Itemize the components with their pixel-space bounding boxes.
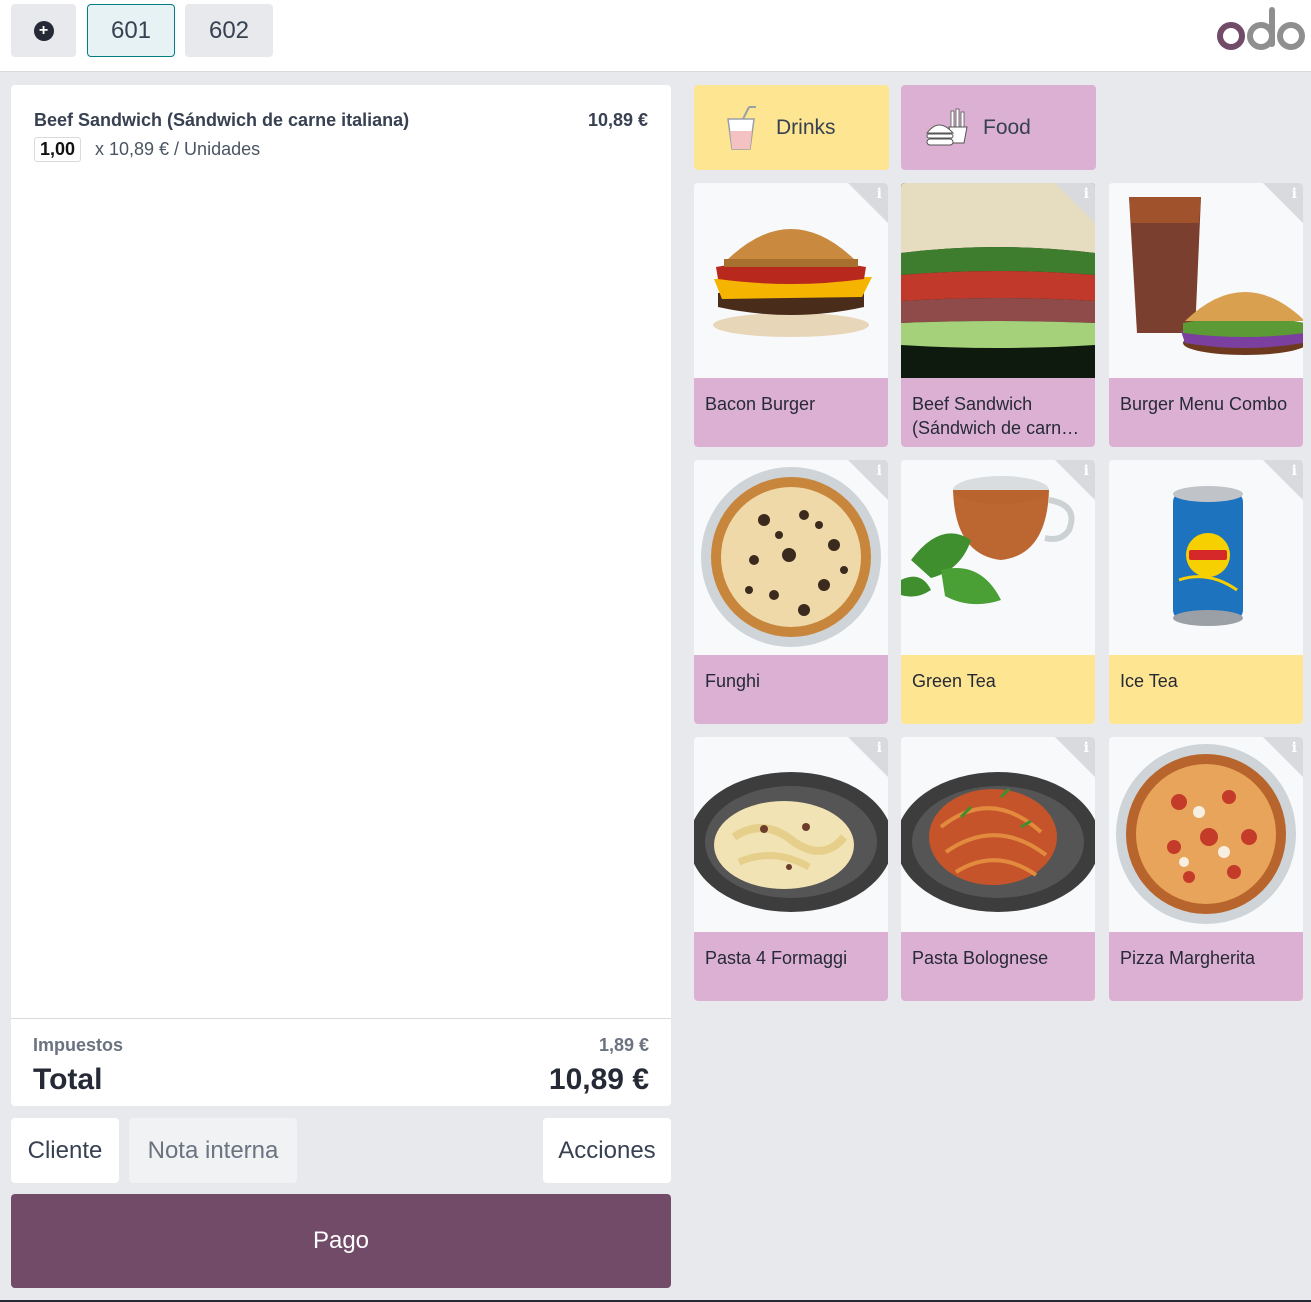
total-label: Total — [33, 1063, 103, 1096]
info-icon: i — [1291, 186, 1297, 202]
order-tab-601[interactable]: 601 — [87, 4, 175, 57]
product-name: Funghi — [694, 655, 888, 724]
product-name: Burger Menu Combo — [1109, 378, 1303, 447]
info-icon: i — [876, 186, 882, 202]
new-order-button[interactable]: + — [11, 4, 76, 57]
product-card-funghi[interactable]: i Funghi — [694, 460, 888, 724]
product-card-pasta-4-formaggi[interactable]: i Pasta 4 Formaggi — [694, 737, 888, 1001]
product-card-bacon-burger[interactable]: i Bacon Burger — [694, 183, 888, 447]
product-card-burger-menu-combo[interactable]: i Burger Menu Combo — [1109, 183, 1303, 447]
order-tab-602[interactable]: 602 — [185, 4, 273, 57]
info-icon: i — [876, 463, 882, 479]
odoo-logo — [1217, 7, 1305, 50]
order-line-unit-info: x 10,89 € / Unidades — [95, 139, 261, 159]
order-panel: Beef Sandwich (Sándwich de carne italian… — [11, 85, 671, 1106]
product-name: Pasta Bolognese — [901, 932, 1095, 1001]
category-drinks-label: Drinks — [776, 115, 836, 139]
actions-button[interactable]: Acciones — [543, 1118, 671, 1183]
tax-value: 1,89 € — [598, 1035, 649, 1055]
info-button[interactable]: i — [848, 460, 888, 500]
internal-note-button[interactable]: Nota interna — [129, 1118, 297, 1183]
drink-cup-icon — [727, 105, 756, 150]
payment-button[interactable]: Pago — [11, 1194, 671, 1288]
order-line-name: Beef Sandwich (Sándwich de carne italian… — [34, 110, 410, 130]
info-icon: i — [1083, 186, 1089, 202]
burger-fries-icon — [925, 108, 968, 145]
product-name: Ice Tea — [1109, 655, 1303, 724]
product-name: Pizza Margherita — [1109, 932, 1303, 1001]
info-button[interactable]: i — [1055, 183, 1095, 223]
product-name: Beef Sandwich (Sándwich de carne italian… — [901, 378, 1095, 447]
top-bar: + 601 602 — [0, 0, 1311, 72]
category-drinks[interactable]: Drinks — [694, 85, 889, 170]
product-card-ice-tea[interactable]: i Ice Tea — [1109, 460, 1303, 724]
info-button[interactable]: i — [1263, 183, 1303, 223]
info-icon: i — [876, 740, 882, 756]
order-line-qty: 1,00 — [34, 137, 82, 162]
tax-label: Impuestos — [33, 1035, 124, 1055]
product-card-pizza-margherita[interactable]: i Pizza Margherita — [1109, 737, 1303, 1001]
info-icon: i — [1083, 463, 1089, 479]
info-button[interactable]: i — [1055, 460, 1095, 500]
product-card-green-tea[interactable]: i Green Tea — [901, 460, 1095, 724]
total-value: 10,89 € — [548, 1063, 649, 1096]
product-name: Pasta 4 Formaggi — [694, 932, 888, 1001]
info-button[interactable]: i — [848, 737, 888, 777]
category-food-label: Food — [983, 115, 1031, 139]
info-button[interactable]: i — [848, 183, 888, 223]
info-button[interactable]: i — [1263, 460, 1303, 500]
category-food[interactable]: Food — [901, 85, 1096, 170]
product-name: Green Tea — [901, 655, 1095, 724]
product-name: Bacon Burger — [694, 378, 888, 447]
info-button[interactable]: i — [1263, 737, 1303, 777]
order-totals: Impuestos 1,89 € Total 10,89 € — [11, 1018, 671, 1106]
info-icon: i — [1291, 463, 1297, 479]
product-card-pasta-bolognese[interactable]: i Pasta Bolognese — [901, 737, 1095, 1001]
info-icon: i — [1291, 740, 1297, 756]
info-icon: i — [1083, 740, 1089, 756]
customer-button[interactable]: Cliente — [11, 1118, 119, 1183]
info-button[interactable]: i — [1055, 737, 1095, 777]
order-line-price: 10,89 € — [587, 110, 648, 130]
product-card-beef-sandwich[interactable]: i Beef Sandwich (Sándwich de carne itali… — [901, 183, 1095, 447]
plus-circle-icon: + — [33, 20, 54, 41]
